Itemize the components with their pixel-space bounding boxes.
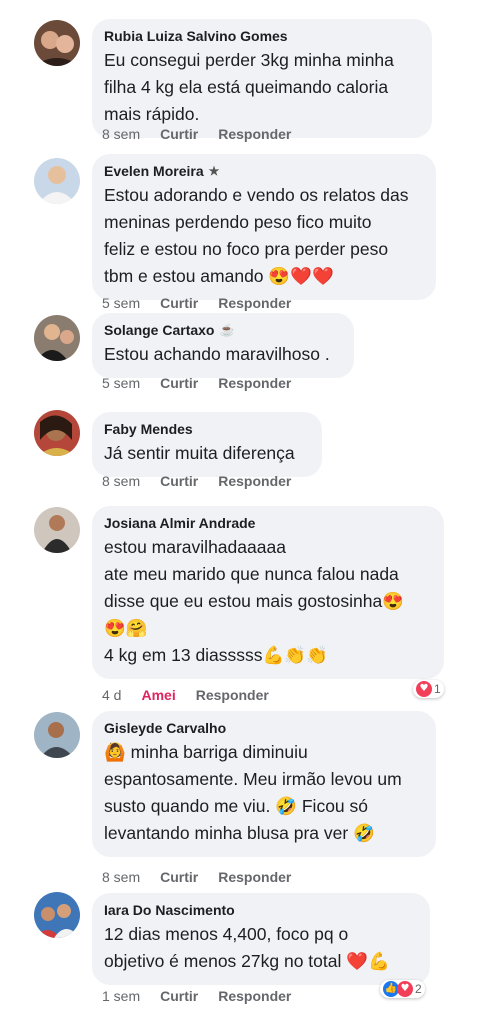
reply-button[interactable]: Responder [218, 375, 291, 391]
comment-timestamp[interactable]: 8 sem [102, 126, 140, 142]
avatar[interactable] [34, 712, 80, 758]
comment-bubble: Gisleyde Carvalho 🙆 minha barriga diminu… [92, 711, 436, 857]
like-button[interactable]: Curtir [160, 988, 198, 1004]
coffee-badge-icon: ☕ [219, 323, 235, 337]
reply-button[interactable]: Responder [218, 988, 291, 1004]
comment-timestamp[interactable]: 8 sem [102, 473, 140, 489]
comment-bubble: Rubia Luiza Salvino Gomes Eu consegui pe… [92, 19, 432, 138]
comment-actions: 4 d Amei Responder [102, 687, 269, 703]
love-reaction-icon: ♥ [397, 981, 413, 997]
reply-button[interactable]: Responder [218, 473, 291, 489]
avatar[interactable] [34, 507, 80, 553]
comment-actions: 5 sem Curtir Responder [102, 375, 291, 391]
comment-timestamp[interactable]: 8 sem [102, 869, 140, 885]
comment-text: Estou adorando e vendo os relatos das me… [104, 185, 409, 286]
comment-text: Estou achando maravilhoso . [104, 344, 330, 364]
love-button[interactable]: Amei [141, 687, 175, 703]
avatar[interactable] [34, 158, 80, 204]
comment-author[interactable]: Josiana Almir Andrade [104, 514, 430, 532]
comment-bubble: Solange Cartaxo ☕ Estou achando maravilh… [92, 313, 354, 378]
avatar[interactable] [34, 410, 80, 456]
comment-author[interactable]: Solange Cartaxo ☕ [104, 321, 340, 339]
comment-author[interactable]: Faby Mendes [104, 420, 308, 438]
comment-bubble: Josiana Almir Andrade estou maravilhadaa… [92, 506, 444, 679]
comment-actions: 1 sem Curtir Responder [102, 988, 291, 1004]
comment-timestamp[interactable]: 5 sem [102, 295, 140, 311]
reaction-count: 1 [434, 682, 441, 696]
reply-button[interactable]: Responder [196, 687, 269, 703]
comment-timestamp[interactable]: 1 sem [102, 988, 140, 1004]
love-reaction-icon: ♥ [416, 681, 432, 697]
comment-author[interactable]: Rubia Luiza Salvino Gomes [104, 27, 418, 45]
reaction-summary[interactable]: 👍 ♥ 2 [380, 980, 425, 998]
comment-actions: 8 sem Curtir Responder [102, 869, 291, 885]
like-button[interactable]: Curtir [160, 869, 198, 885]
comment-timestamp[interactable]: 5 sem [102, 375, 140, 391]
reply-button[interactable]: Responder [218, 126, 291, 142]
avatar[interactable] [34, 315, 80, 361]
comment-bubble: Iara Do Nascimento 12 dias menos 4,400, … [92, 893, 430, 985]
comment-author[interactable]: Evelen Moreira ★ [104, 162, 422, 180]
comment-author[interactable]: Iara Do Nascimento [104, 901, 416, 919]
comment-actions: 8 sem Curtir Responder [102, 473, 291, 489]
like-button[interactable]: Curtir [160, 375, 198, 391]
comment-bubble: Faby Mendes Já sentir muita diferença [92, 412, 322, 477]
comment-actions: 5 sem Curtir Responder [102, 295, 291, 311]
comment-bubble: Evelen Moreira ★ Estou adorando e vendo … [92, 154, 436, 300]
reaction-count: 2 [415, 982, 422, 996]
comment-text: 🙆 minha barriga diminuiu espantosamente.… [104, 742, 402, 843]
comment-actions: 8 sem Curtir Responder [102, 126, 291, 142]
like-button[interactable]: Curtir [160, 126, 198, 142]
comment-timestamp[interactable]: 4 d [102, 687, 121, 703]
comment-text: Eu consegui perder 3kg minha minha filha… [104, 50, 394, 124]
reaction-summary[interactable]: ♥ 1 [413, 680, 444, 698]
avatar[interactable] [34, 892, 80, 938]
reply-button[interactable]: Responder [218, 869, 291, 885]
comment-text: Já sentir muita diferença [104, 443, 295, 463]
like-button[interactable]: Curtir [160, 295, 198, 311]
comment-author[interactable]: Gisleyde Carvalho [104, 719, 422, 737]
avatar[interactable] [34, 20, 80, 66]
like-button[interactable]: Curtir [160, 473, 198, 489]
comment-text: 12 dias menos 4,400, foco pq o objetivo … [104, 924, 390, 971]
reply-button[interactable]: Responder [218, 295, 291, 311]
star-badge-icon: ★ [208, 164, 220, 178]
comment-text: estou maravilhadaaaaa ate meu marido que… [104, 537, 405, 665]
